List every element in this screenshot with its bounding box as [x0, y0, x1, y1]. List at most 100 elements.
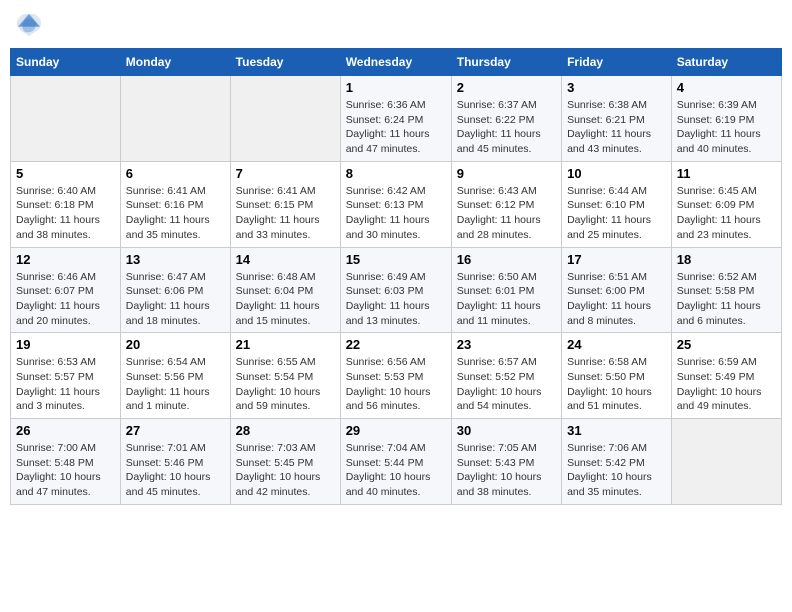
calendar-cell: 24 Sunrise: 6:58 AMSunset: 5:50 PMDayligh…	[562, 333, 672, 419]
day-number: 7	[236, 166, 335, 181]
day-info: Sunrise: 7:06 AMSunset: 5:42 PMDaylight:…	[567, 441, 666, 500]
day-number: 9	[457, 166, 556, 181]
calendar-cell: 17 Sunrise: 6:51 AMSunset: 6:00 PMDayligh…	[562, 247, 672, 333]
day-info: Sunrise: 6:48 AMSunset: 6:04 PMDaylight:…	[236, 270, 335, 329]
calendar-cell	[671, 419, 781, 505]
day-info: Sunrise: 6:50 AMSunset: 6:01 PMDaylight:…	[457, 270, 556, 329]
day-info: Sunrise: 6:43 AMSunset: 6:12 PMDaylight:…	[457, 184, 556, 243]
day-info: Sunrise: 6:49 AMSunset: 6:03 PMDaylight:…	[346, 270, 446, 329]
day-number: 3	[567, 80, 666, 95]
calendar-cell: 15 Sunrise: 6:49 AMSunset: 6:03 PMDayligh…	[340, 247, 451, 333]
calendar-cell: 21Sunrise: 6:55 AMSunset: 5:54 PMDayligh…	[230, 333, 340, 419]
day-number: 12	[16, 252, 115, 267]
day-info: Sunrise: 7:03 AMSunset: 5:45 PMDaylight:…	[236, 441, 335, 500]
day-number: 10	[567, 166, 666, 181]
calendar-cell: 28 Sunrise: 7:03 AMSunset: 5:45 PMDayligh…	[230, 419, 340, 505]
calendar-cell	[230, 76, 340, 162]
day-number: 19	[16, 337, 115, 352]
weekday-header: Tuesday	[230, 49, 340, 76]
day-info: Sunrise: 6:39 AMSunset: 6:19 PMDaylight:…	[677, 98, 776, 157]
calendar-cell: 14 Sunrise: 6:48 AMSunset: 6:04 PMDayligh…	[230, 247, 340, 333]
calendar-cell: 26 Sunrise: 7:00 AMSunset: 5:48 PMDayligh…	[11, 419, 121, 505]
calendar-cell: 12Sunrise: 6:46 AMSunset: 6:07 PMDayligh…	[11, 247, 121, 333]
day-info: Sunrise: 6:52 AMSunset: 5:58 PMDaylight:…	[677, 270, 776, 329]
day-number: 4	[677, 80, 776, 95]
calendar-cell: 6 Sunrise: 6:41 AMSunset: 6:16 PMDaylight…	[120, 161, 230, 247]
calendar-cell: 2 Sunrise: 6:37 AMSunset: 6:22 PMDaylight…	[451, 76, 561, 162]
day-info: Sunrise: 6:37 AMSunset: 6:22 PMDaylight:…	[457, 98, 556, 157]
calendar-cell: 27 Sunrise: 7:01 AMSunset: 5:46 PMDayligh…	[120, 419, 230, 505]
day-number: 25	[677, 337, 776, 352]
day-number: 15	[346, 252, 446, 267]
day-number: 16	[457, 252, 556, 267]
day-info: Sunrise: 6:51 AMSunset: 6:00 PMDaylight:…	[567, 270, 666, 329]
day-number: 20	[126, 337, 225, 352]
day-number: 26	[16, 423, 115, 438]
calendar-cell: 16 Sunrise: 6:50 AMSunset: 6:01 PMDayligh…	[451, 247, 561, 333]
calendar-cell	[11, 76, 121, 162]
day-number: 17	[567, 252, 666, 267]
day-number: 23	[457, 337, 556, 352]
calendar-cell: 4 Sunrise: 6:39 AMSunset: 6:19 PMDaylight…	[671, 76, 781, 162]
day-number: 11	[677, 166, 776, 181]
day-number: 8	[346, 166, 446, 181]
day-info: Sunrise: 6:54 AMSunset: 5:56 PMDaylight:…	[126, 355, 225, 414]
day-info: Sunrise: 7:05 AMSunset: 5:43 PMDaylight:…	[457, 441, 556, 500]
weekday-header: Wednesday	[340, 49, 451, 76]
day-number: 18	[677, 252, 776, 267]
page-header	[10, 10, 782, 38]
calendar-cell: 1Sunrise: 6:36 AMSunset: 6:24 PMDaylight…	[340, 76, 451, 162]
day-info: Sunrise: 6:59 AMSunset: 5:49 PMDaylight:…	[677, 355, 776, 414]
day-number: 6	[126, 166, 225, 181]
day-info: Sunrise: 6:47 AMSunset: 6:06 PMDaylight:…	[126, 270, 225, 329]
day-info: Sunrise: 6:55 AMSunset: 5:54 PMDaylight:…	[236, 355, 335, 414]
day-info: Sunrise: 7:01 AMSunset: 5:46 PMDaylight:…	[126, 441, 225, 500]
calendar-cell: 5 Sunrise: 6:40 AMSunset: 6:18 PMDaylight…	[11, 161, 121, 247]
day-number: 22	[346, 337, 446, 352]
day-info: Sunrise: 7:00 AMSunset: 5:48 PMDaylight:…	[16, 441, 115, 500]
day-info: Sunrise: 6:42 AMSunset: 6:13 PMDaylight:…	[346, 184, 446, 243]
calendar-cell: 31 Sunrise: 7:06 AMSunset: 5:42 PMDayligh…	[562, 419, 672, 505]
day-info: Sunrise: 6:41 AMSunset: 6:16 PMDaylight:…	[126, 184, 225, 243]
calendar-cell: 3 Sunrise: 6:38 AMSunset: 6:21 PMDaylight…	[562, 76, 672, 162]
day-number: 24	[567, 337, 666, 352]
calendar-cell: 7Sunrise: 6:41 AMSunset: 6:15 PMDaylight…	[230, 161, 340, 247]
day-number: 14	[236, 252, 335, 267]
calendar-week-row: 19 Sunrise: 6:53 AMSunset: 5:57 PMDayligh…	[11, 333, 782, 419]
calendar-cell: 9 Sunrise: 6:43 AMSunset: 6:12 PMDaylight…	[451, 161, 561, 247]
day-info: Sunrise: 6:44 AMSunset: 6:10 PMDaylight:…	[567, 184, 666, 243]
day-number: 5	[16, 166, 115, 181]
calendar-cell: 29Sunrise: 7:04 AMSunset: 5:44 PMDayligh…	[340, 419, 451, 505]
day-info: Sunrise: 6:45 AMSunset: 6:09 PMDaylight:…	[677, 184, 776, 243]
day-number: 2	[457, 80, 556, 95]
day-info: Sunrise: 6:58 AMSunset: 5:50 PMDaylight:…	[567, 355, 666, 414]
day-info: Sunrise: 6:53 AMSunset: 5:57 PMDaylight:…	[16, 355, 115, 414]
calendar-week-row: 5 Sunrise: 6:40 AMSunset: 6:18 PMDaylight…	[11, 161, 782, 247]
logo	[15, 10, 47, 38]
calendar-cell: 18 Sunrise: 6:52 AMSunset: 5:58 PMDayligh…	[671, 247, 781, 333]
calendar-cell	[120, 76, 230, 162]
weekday-header: Monday	[120, 49, 230, 76]
day-info: Sunrise: 6:36 AMSunset: 6:24 PMDaylight:…	[346, 98, 446, 157]
calendar-cell: 8 Sunrise: 6:42 AMSunset: 6:13 PMDaylight…	[340, 161, 451, 247]
day-info: Sunrise: 7:04 AMSunset: 5:44 PMDaylight:…	[346, 441, 446, 500]
day-info: Sunrise: 6:40 AMSunset: 6:18 PMDaylight:…	[16, 184, 115, 243]
calendar-cell: 23 Sunrise: 6:57 AMSunset: 5:52 PMDayligh…	[451, 333, 561, 419]
weekday-header: Saturday	[671, 49, 781, 76]
calendar-cell: 25 Sunrise: 6:59 AMSunset: 5:49 PMDayligh…	[671, 333, 781, 419]
calendar-cell: 19 Sunrise: 6:53 AMSunset: 5:57 PMDayligh…	[11, 333, 121, 419]
day-number: 27	[126, 423, 225, 438]
weekday-header: Sunday	[11, 49, 121, 76]
calendar-week-row: 26 Sunrise: 7:00 AMSunset: 5:48 PMDayligh…	[11, 419, 782, 505]
calendar-table: SundayMondayTuesdayWednesdayThursdayFrid…	[10, 48, 782, 505]
logo-icon	[15, 10, 43, 38]
calendar-cell: 22Sunrise: 6:56 AMSunset: 5:53 PMDayligh…	[340, 333, 451, 419]
day-info: Sunrise: 6:57 AMSunset: 5:52 PMDaylight:…	[457, 355, 556, 414]
weekday-header-row: SundayMondayTuesdayWednesdayThursdayFrid…	[11, 49, 782, 76]
day-number: 28	[236, 423, 335, 438]
day-info: Sunrise: 6:38 AMSunset: 6:21 PMDaylight:…	[567, 98, 666, 157]
calendar-cell: 20 Sunrise: 6:54 AMSunset: 5:56 PMDayligh…	[120, 333, 230, 419]
day-number: 31	[567, 423, 666, 438]
calendar-week-row: 1Sunrise: 6:36 AMSunset: 6:24 PMDaylight…	[11, 76, 782, 162]
day-number: 30	[457, 423, 556, 438]
